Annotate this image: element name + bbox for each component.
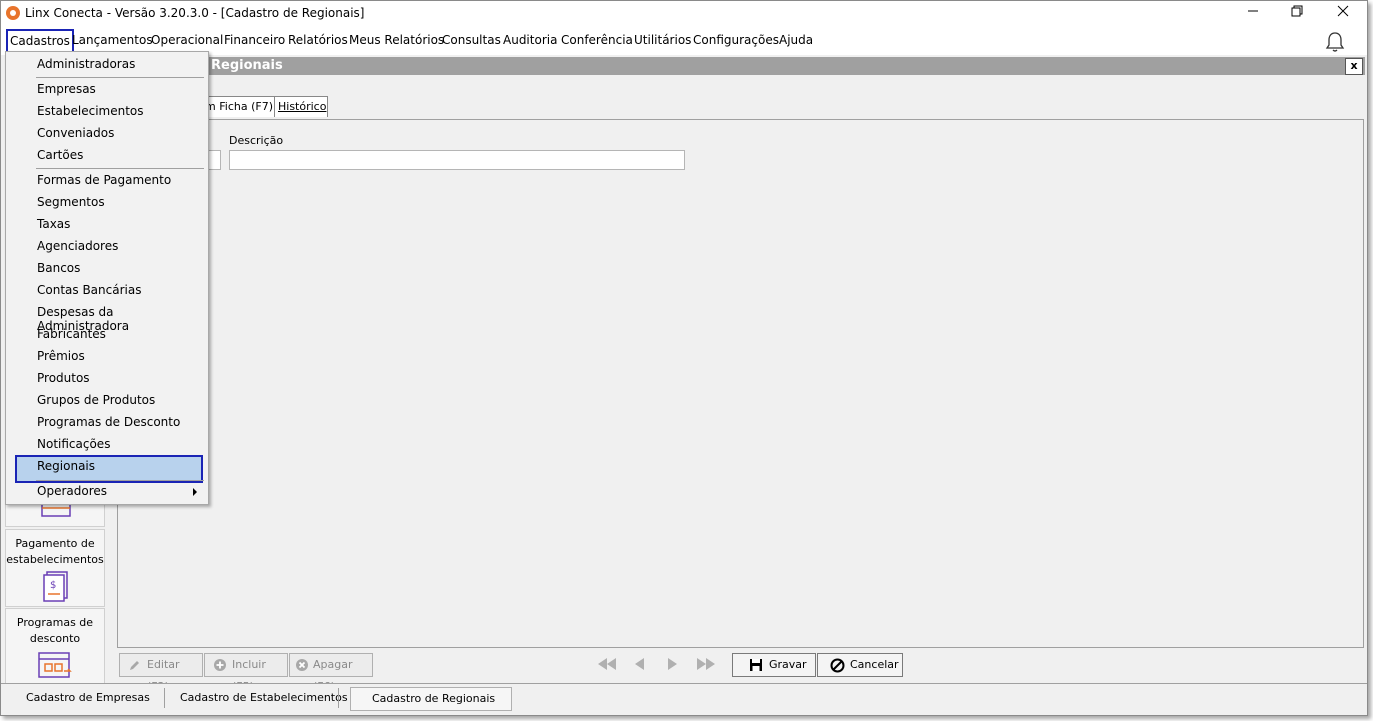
cancel-button[interactable]: Cancelar: [817, 653, 903, 677]
close-window-icon[interactable]: [1323, 3, 1363, 23]
side-card-programas-label: Programas de desconto: [16, 616, 94, 645]
dropdown-item-bancos[interactable]: Bancos: [37, 261, 80, 275]
dropdown-item-produtos[interactable]: Produtos: [37, 371, 90, 385]
cadastros-dropdown: Administradoras Empresas Estabelecimento…: [5, 51, 209, 505]
menu-configuracoes[interactable]: Configurações: [693, 33, 779, 47]
edit-button[interactable]: Editar (F2): [119, 653, 203, 693]
side-card-pagamento-label: Pagamento de estabelecimentos: [6, 537, 104, 566]
dropdown-item-notificacoes[interactable]: Notificações: [37, 437, 110, 451]
form-panel: [117, 119, 1364, 648]
restore-icon[interactable]: [1277, 3, 1317, 23]
tab-historico[interactable]: Histórico: [274, 96, 328, 117]
dropdown-item-grupos-produtos[interactable]: Grupos de Produtos: [37, 393, 155, 407]
menu-financeiro[interactable]: Financeiro: [224, 33, 285, 47]
app-logo-icon: [6, 6, 20, 20]
dropdown-item-premios[interactable]: Prêmios: [37, 349, 85, 363]
cancel-circle-icon: [830, 658, 845, 673]
menu-relatorios[interactable]: Relatórios: [288, 33, 348, 47]
title-bar: Linx Conecta - Versão 3.20.3.0 - [Cadast…: [1, 1, 1367, 25]
floppy-disk-icon: [750, 659, 762, 671]
window-title: Linx Conecta - Versão 3.20.3.0 - [Cadast…: [25, 6, 365, 20]
svg-text:$: $: [50, 580, 56, 591]
description-field[interactable]: [229, 150, 685, 170]
app-window: Linx Conecta - Versão 3.20.3.0 - [Cadast…: [0, 0, 1368, 716]
menu-consultas[interactable]: Consultas: [442, 33, 501, 47]
pencil-icon: [130, 661, 139, 670]
menu-meus-relatorios[interactable]: Meus Relatórios: [349, 33, 444, 47]
minimize-icon[interactable]: [1233, 3, 1273, 23]
menu-operacional[interactable]: Operacional: [151, 33, 223, 47]
notification-bell-icon[interactable]: [1325, 31, 1345, 53]
dropdown-item-segmentos[interactable]: Segmentos: [37, 195, 105, 209]
menu-lancamentos[interactable]: Lançamentos: [72, 33, 153, 47]
dropdown-item-agenciadores[interactable]: Agenciadores: [37, 239, 118, 253]
next-record-icon[interactable]: [665, 658, 679, 670]
dropdown-item-regionais[interactable]: Regionais: [37, 459, 95, 473]
form-header: Regionais x: [117, 57, 1365, 75]
menu-utilitarios[interactable]: Utilitários: [634, 33, 691, 47]
side-card-pagamento[interactable]: Pagamento de estabelecimentos $: [5, 529, 105, 607]
dropdown-item-taxas[interactable]: Taxas: [37, 217, 70, 231]
dropdown-item-fabricantes[interactable]: Fabricantes: [37, 327, 106, 341]
dropdown-separator: [36, 77, 204, 78]
save-button-label: Gravar: [769, 658, 807, 671]
delete-button[interactable]: Apagar (F6): [289, 653, 373, 693]
tab-historico-label: Histórico: [278, 100, 327, 113]
status-tab-empresas[interactable]: Cadastro de Empresas: [26, 691, 150, 704]
menu-cadastros[interactable]: Cadastros: [6, 29, 74, 53]
include-button[interactable]: Incluir (F5): [204, 653, 288, 693]
menu-auditoria[interactable]: Auditoria: [503, 33, 557, 47]
previous-record-icon[interactable]: [633, 658, 647, 670]
dropdown-item-conveniados[interactable]: Conveniados: [37, 126, 114, 140]
dropdown-separator: [36, 168, 204, 169]
close-form-button[interactable]: x: [1345, 58, 1363, 75]
status-separator: [164, 688, 165, 708]
submenu-arrow-icon: [193, 488, 197, 496]
plus-circle-icon: [214, 659, 226, 671]
dropdown-item-programas-desconto[interactable]: Programas de Desconto: [37, 415, 180, 429]
dropdown-item-estabelecimentos[interactable]: Estabelecimentos: [37, 104, 144, 118]
dropdown-item-administradoras[interactable]: Administradoras: [37, 57, 135, 71]
dropdown-item-formas-pagamento[interactable]: Formas de Pagamento: [37, 173, 171, 187]
status-tab-estabelecimentos[interactable]: Cadastro de Estabelecimentos: [180, 691, 348, 704]
first-record-icon[interactable]: [598, 658, 616, 670]
dropdown-separator: [36, 480, 204, 481]
save-button[interactable]: Gravar: [732, 653, 816, 677]
dropdown-item-operadores[interactable]: Operadores: [37, 484, 107, 498]
dropdown-item-empresas[interactable]: Empresas: [37, 82, 96, 96]
form-title: Regionais: [211, 58, 283, 73]
description-label: Descrição: [229, 134, 284, 147]
money-document-icon: $: [43, 571, 68, 602]
cancel-button-label: Cancelar: [850, 658, 899, 671]
status-tab-regionais[interactable]: Cadastro de Regionais: [372, 692, 495, 705]
status-bar: Cadastro de Empresas Cadastro de Estabel…: [1, 683, 1367, 715]
dropdown-item-contas-bancarias[interactable]: Contas Bancárias: [37, 283, 141, 297]
menu-ajuda[interactable]: Ajuda: [779, 33, 813, 47]
menu-conferencia[interactable]: Conferência: [561, 33, 633, 47]
status-separator: [338, 688, 339, 708]
dropdown-item-cartoes[interactable]: Cartões: [37, 148, 83, 162]
discount-program-icon: [38, 652, 72, 678]
side-card-programas[interactable]: Programas de desconto: [5, 608, 105, 686]
x-circle-icon: [296, 659, 308, 671]
last-record-icon[interactable]: [697, 658, 715, 670]
